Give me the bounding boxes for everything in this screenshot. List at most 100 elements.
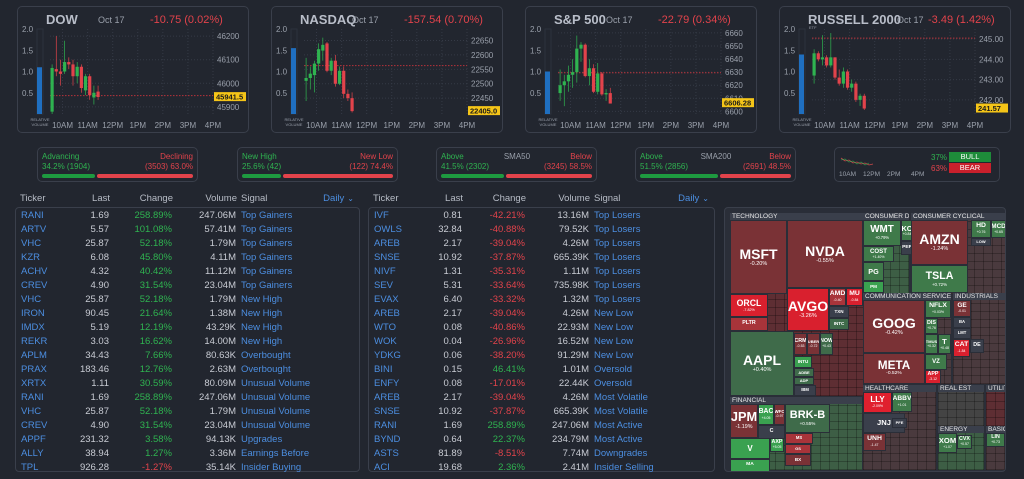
signal-link[interactable]: Top Gainers — [241, 251, 292, 265]
heatmap-tile[interactable]: DIS +0.76 — [925, 318, 938, 334]
column-header[interactable]: Last — [445, 193, 463, 204]
signal-link[interactable]: Oversold — [594, 363, 632, 377]
signal-link[interactable]: Most Active — [594, 433, 643, 447]
signal-link[interactable]: New Low — [594, 335, 633, 349]
signal-link[interactable]: Top Gainers — [241, 223, 292, 237]
heatmap-tile[interactable]: UNH -1.47 — [863, 433, 886, 451]
table-row[interactable]: REKR 3.03 16.62% 14.00M New High — [16, 335, 359, 349]
heatmap-tile[interactable]: JPM -1.19% — [730, 404, 758, 438]
index-chart-s-p-500[interactable]: 2.0 1.5 1.0 0.5 RELATIVE VOLUME 6660 6650 6640 66… — [525, 6, 757, 133]
ticker-link[interactable]: SNSE — [374, 405, 400, 419]
signal-link[interactable]: New High — [241, 321, 282, 335]
heatmap-tile[interactable]: IBM — [794, 385, 816, 396]
heatmap-tile[interactable]: CAT -1.84 — [953, 339, 970, 357]
heatmap-tile[interactable]: WFC -0.97 — [774, 404, 785, 425]
heatmap-sector-header[interactable]: BASIC — [986, 426, 1005, 433]
heatmap-tile[interactable]: GE -0.01 — [953, 300, 971, 317]
signal-link[interactable]: Top Gainers — [241, 279, 292, 293]
bear-button[interactable]: BEAR — [949, 163, 991, 173]
ticker-link[interactable]: TPL — [21, 461, 38, 475]
heatmap-tile[interactable]: LLY -2.09% — [863, 392, 892, 413]
heatmap-tile[interactable]: BRK-B +0.55% — [785, 404, 830, 433]
table-row[interactable]: ASTS 81.89 -8.51% 7.74M Downgrades — [369, 447, 714, 461]
heatmap-tile[interactable]: LOW — [971, 238, 991, 246]
bull-button[interactable]: BULL — [949, 152, 991, 162]
heatmap-tile[interactable]: WMT +0.79% — [863, 220, 901, 246]
signal-link[interactable]: Top Losers — [594, 209, 640, 223]
column-header[interactable]: Ticker — [373, 193, 399, 204]
heatmap-sector-header[interactable]: ENERGY — [938, 426, 984, 433]
signal-link[interactable]: Top Losers — [594, 223, 640, 237]
column-header[interactable]: Change — [140, 193, 173, 204]
heatmap-sector-header[interactable]: FINANCIAL — [730, 397, 862, 404]
table-row[interactable]: YDKG 0.06 -38.20% 91.29M New Low — [369, 349, 714, 363]
ticker-link[interactable]: VHC — [21, 237, 41, 251]
table-row[interactable]: NIVF 1.31 -35.31% 1.11M Top Losers — [369, 265, 714, 279]
ticker-link[interactable]: SEV — [374, 279, 393, 293]
index-chart-dow[interactable]: 2.0 1.5 1.0 0.5 RELATIVE VOLUME 46200 46100 4600… — [17, 6, 249, 133]
signal-link[interactable]: Unusual Volume — [241, 405, 310, 419]
ticker-link[interactable]: ACHV — [21, 265, 47, 279]
heatmap-tile[interactable]: VZ — [925, 354, 947, 370]
ticker-link[interactable]: ACI — [374, 461, 390, 475]
heatmap-sector-header[interactable]: COMMUNICATION SERVICES — [863, 293, 951, 300]
table-row[interactable]: IRON 90.45 21.64% 1.38M New High — [16, 307, 359, 321]
ticker-link[interactable]: ALLY — [21, 447, 44, 461]
table-row[interactable]: APLM 34.43 7.66% 80.63K Overbought — [16, 349, 359, 363]
heatmap-tile[interactable]: HD +0.76 — [971, 220, 991, 238]
signal-link[interactable]: Overbought — [241, 363, 291, 377]
ticker-link[interactable]: AREB — [374, 307, 400, 321]
ticker-link[interactable]: YDKG — [374, 349, 401, 363]
signal-link[interactable]: New Low — [594, 321, 633, 335]
ticker-link[interactable]: CREV — [21, 279, 47, 293]
heatmap-tile[interactable]: GS — [785, 444, 811, 454]
table-row[interactable]: BINI 0.15 46.41% 1.01M Oversold — [369, 363, 714, 377]
table-row[interactable]: ACHV 4.32 40.42% 11.12M Top Gainers — [16, 265, 359, 279]
ticker-link[interactable]: CREV — [21, 419, 47, 433]
heatmap-tile[interactable]: AAPL +0.40% — [730, 331, 794, 396]
table-row[interactable]: AREB 2.17 -39.04% 4.26M Most Volatile — [369, 391, 714, 405]
signal-link[interactable]: Upgrades — [241, 433, 282, 447]
column-header[interactable]: Volume — [205, 193, 237, 204]
ticker-link[interactable]: IMDX — [21, 321, 45, 335]
table-row[interactable]: AREB 2.17 -39.04% 4.26M New Low — [369, 307, 714, 321]
heatmap-sector-header[interactable]: CONSUMER CYCLICAL — [911, 213, 1005, 220]
period-dropdown[interactable]: Daily ⌄ — [678, 193, 709, 204]
signal-link[interactable]: Downgrades — [594, 447, 647, 461]
table-row[interactable]: SEV 5.31 -33.64% 735.98K Top Losers — [369, 279, 714, 293]
table-row[interactable]: RANI 1.69 258.89% 247.06M Unusual Volume — [16, 391, 359, 405]
heatmap-tile[interactable]: UBER -0.72 — [807, 333, 820, 355]
heatmap-tile[interactable]: V — [730, 438, 770, 459]
ticker-link[interactable]: OWLS — [374, 223, 402, 237]
signal-link[interactable]: New High — [241, 307, 282, 321]
table-row[interactable]: VHC 25.87 52.18% 1.79M Top Gainers — [16, 237, 359, 251]
heatmap-tile[interactable]: XOM +1.07 — [938, 433, 957, 453]
signal-link[interactable]: Top Losers — [594, 251, 640, 265]
signal-link[interactable]: Top Losers — [594, 293, 640, 307]
heatmap-tile[interactable]: NVDA -0.55% — [787, 220, 863, 288]
ticker-link[interactable]: BINI — [374, 363, 392, 377]
heatmap-tile[interactable]: NFLX +0.03% — [925, 300, 951, 318]
signal-link[interactable]: Unusual Volume — [241, 391, 310, 405]
heatmap-tile[interactable]: MU -0.84 — [846, 288, 863, 306]
heatmap-tile[interactable]: LMT — [953, 328, 971, 339]
heatmap-tile[interactable]: MSFT -0.20% — [730, 220, 787, 294]
heatmap-tile[interactable]: T +0.48 — [938, 334, 951, 354]
signal-link[interactable]: Top Losers — [594, 265, 640, 279]
table-row[interactable]: VHC 25.87 52.18% 1.79M New High — [16, 293, 359, 307]
table-row[interactable]: SNSE 10.92 -37.87% 665.39K Top Losers — [369, 251, 714, 265]
table-row[interactable]: ARTV 5.57 101.08% 57.41M Top Gainers — [16, 223, 359, 237]
ticker-link[interactable]: RANI — [21, 209, 44, 223]
signal-link[interactable]: Insider Buying — [241, 461, 301, 475]
signal-link[interactable]: Top Gainers — [241, 209, 292, 223]
ticker-link[interactable]: PRAX — [21, 363, 47, 377]
ticker-link[interactable]: APPF — [21, 433, 46, 447]
heatmap-tile[interactable]: TSLA +0.72% — [911, 265, 968, 293]
signal-link[interactable]: Unusual Volume — [241, 419, 310, 433]
table-row[interactable]: XRTX 1.11 30.59% 80.09M Unusual Volume — [16, 377, 359, 391]
heatmap-sector-header[interactable]: CONSUMER DE — [863, 213, 909, 220]
heatmap-tile[interactable]: PLTR — [730, 317, 768, 331]
ticker-link[interactable]: WOK — [374, 335, 397, 349]
heatmap-sector-header[interactable]: HEALTHCARE — [863, 385, 936, 392]
ticker-link[interactable]: IVF — [374, 209, 389, 223]
